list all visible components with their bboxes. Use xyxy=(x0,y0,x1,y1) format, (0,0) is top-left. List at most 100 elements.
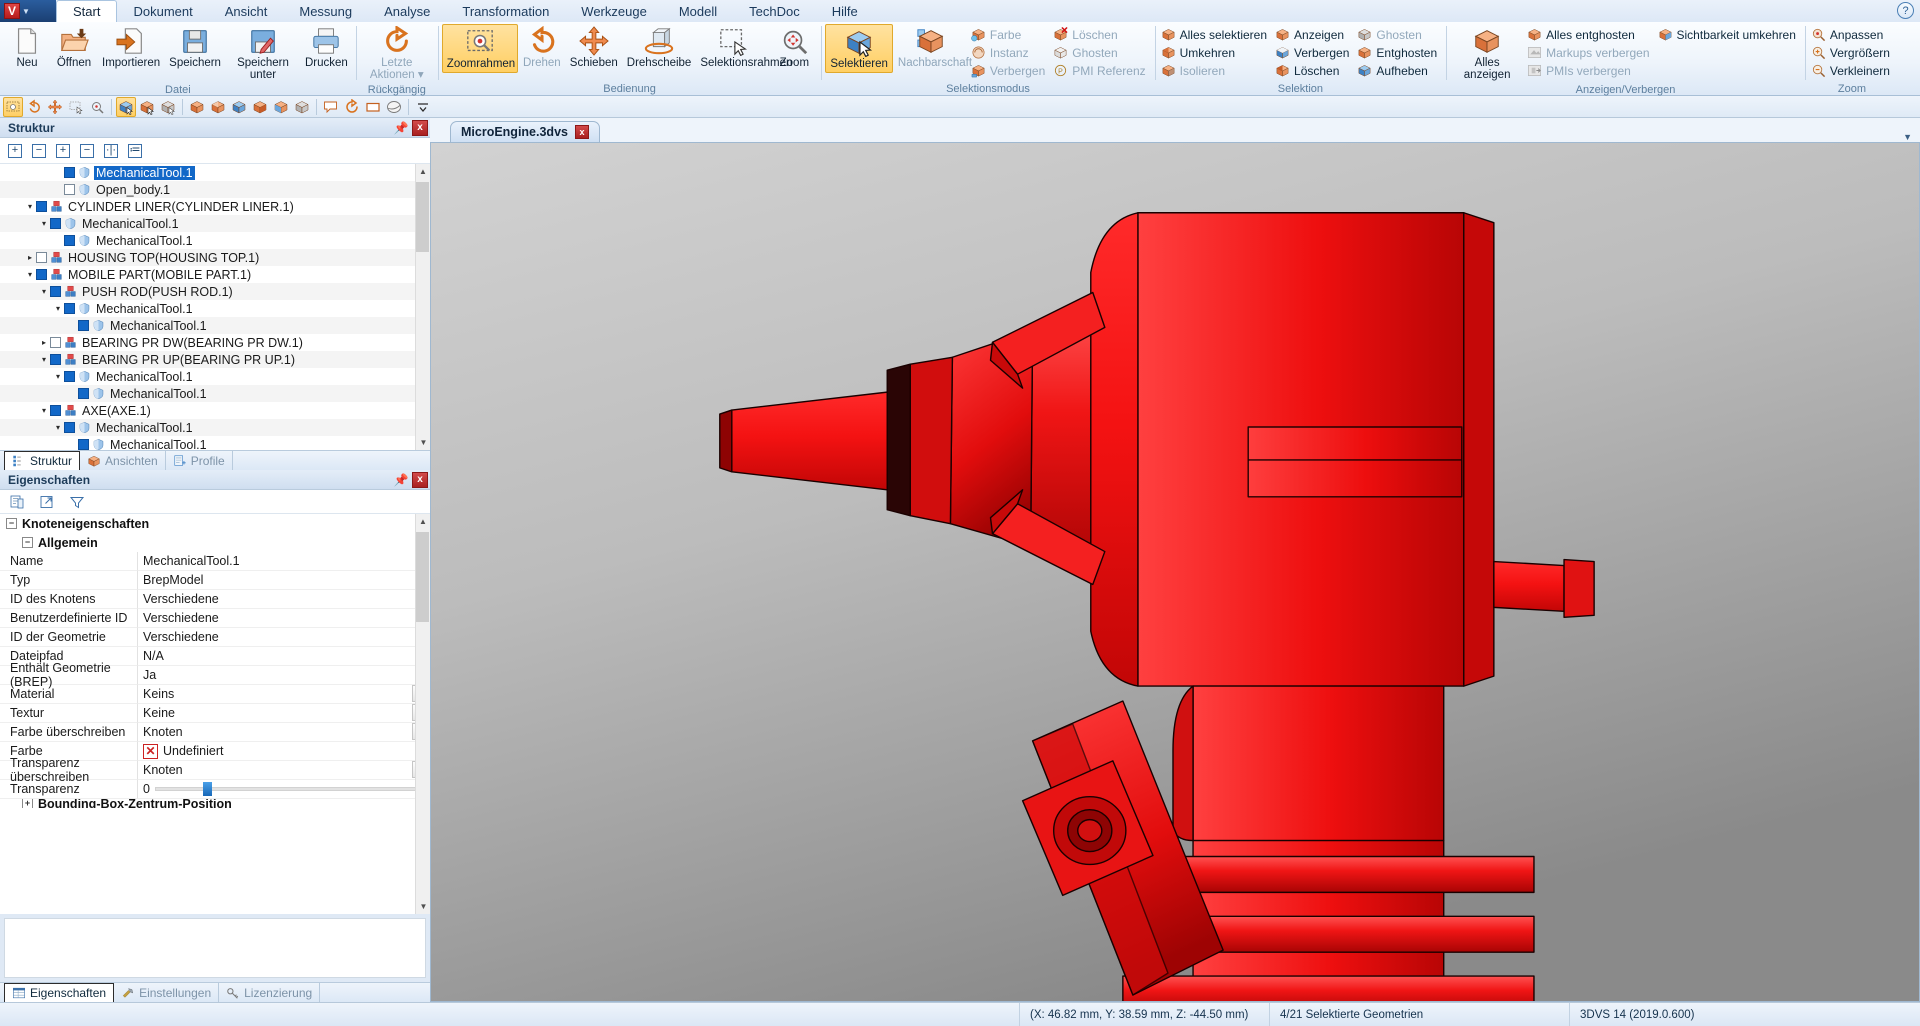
scroll-up-icon[interactable]: ▲ xyxy=(416,164,430,179)
tree-node[interactable]: MechanicalTool.1 xyxy=(0,164,415,181)
quick-ghost-mode-qicon[interactable] xyxy=(158,97,178,117)
property-row[interactable]: MaterialKeins▼ xyxy=(0,685,430,704)
ribbon-button-öffnen[interactable]: Öffnen xyxy=(51,24,97,71)
tree-node[interactable]: Open_body.1 xyxy=(0,181,415,198)
menu-item-messung[interactable]: Messung xyxy=(283,0,368,22)
quick-select-mode-qicon[interactable] xyxy=(116,96,136,117)
tree-visibility-checkbox[interactable] xyxy=(64,303,75,314)
tab-struktur[interactable]: Struktur xyxy=(4,451,81,470)
menu-item-werkzeuge[interactable]: Werkzeuge xyxy=(565,0,663,22)
collapse-toggle-icon[interactable]: − xyxy=(22,537,33,548)
app-logo[interactable]: V ▼ xyxy=(0,0,56,22)
slider-thumb[interactable] xyxy=(203,782,213,796)
property-value-cell[interactable]: 0 xyxy=(138,780,430,799)
tree-expander-icon[interactable]: ▸ xyxy=(24,253,36,262)
property-value-cell[interactable]: Knoten▼ xyxy=(138,723,430,742)
3d-viewport[interactable] xyxy=(430,142,1920,1002)
app-logo-caret-icon[interactable]: ▼ xyxy=(22,7,30,16)
tree-node-label[interactable]: CYLINDER LINER(CYLINDER LINER.1) xyxy=(66,200,296,214)
property-row[interactable]: Transparenz überschreibenKnoten▼ xyxy=(0,756,430,784)
expand-node-button[interactable]: + xyxy=(56,143,70,158)
ribbon-item-instanz[interactable]: Instanz xyxy=(969,44,1050,61)
tree-node-label[interactable]: MechanicalTool.1 xyxy=(80,217,181,231)
tree-node-label[interactable]: AXE(AXE.1) xyxy=(80,404,153,418)
ribbon-item-aufheben[interactable]: Aufheben xyxy=(1355,62,1442,79)
expand-all-button[interactable]: + xyxy=(8,143,22,158)
property-value-cell[interactable]: MechanicalTool.1 xyxy=(138,552,430,571)
tab-profile[interactable]: Profile xyxy=(166,451,233,470)
tree-node-label[interactable]: MechanicalTool.1 xyxy=(108,387,209,401)
menu-item-hilfe[interactable]: Hilfe xyxy=(816,0,874,22)
menu-item-modell[interactable]: Modell xyxy=(663,0,733,22)
tree-visibility-checkbox[interactable] xyxy=(50,354,61,365)
tree-node-label[interactable]: MechanicalTool.1 xyxy=(108,319,209,333)
ribbon-item-verbergen[interactable]: Verbergen xyxy=(969,62,1050,79)
property-row[interactable]: Benutzerdefinierte ID Verschiedene xyxy=(0,609,430,628)
tree-visibility-checkbox[interactable] xyxy=(64,235,75,246)
tree-scroll-thumb[interactable] xyxy=(416,182,429,252)
quick-neighborhood-qicon[interactable] xyxy=(137,97,157,117)
tree-expander-icon[interactable]: ▾ xyxy=(38,219,50,228)
ribbon-button-schieben[interactable]: Schieben xyxy=(566,24,622,71)
tree-visibility-checkbox[interactable] xyxy=(36,269,47,280)
scroll-down-icon[interactable]: ▼ xyxy=(416,435,430,450)
tab-ansichten[interactable]: Ansichten xyxy=(80,451,166,470)
ribbon-item-umkehren[interactable]: Umkehren xyxy=(1159,44,1272,61)
tree-visibility-checkbox[interactable] xyxy=(78,320,89,331)
structure-tree[interactable]: MechanicalTool.1 Open_body.1 ▾ CYLINDER LIN… xyxy=(0,164,430,450)
close-document-icon[interactable]: x xyxy=(574,125,589,139)
tree-node-label[interactable]: HOUSING TOP(HOUSING TOP.1) xyxy=(66,251,261,265)
ribbon-button-selektionsrahmen[interactable]: Selektionsrahmen xyxy=(696,24,792,71)
transparency-slider[interactable] xyxy=(154,782,424,796)
ribbon-button-drucken[interactable]: Drucken xyxy=(301,24,352,71)
tree-node[interactable]: MechanicalTool.1 xyxy=(0,232,415,249)
tree-node[interactable]: ▾ AXE(AXE.1) xyxy=(0,402,415,419)
quick-zoom-qicon[interactable] xyxy=(87,97,107,117)
tree-node[interactable]: ▸ HOUSING TOP(HOUSING TOP.1) xyxy=(0,249,415,266)
tree-visibility-checkbox[interactable] xyxy=(78,439,89,450)
tree-node[interactable]: ▾ MechanicalTool.1 xyxy=(0,368,415,385)
tree-node-label[interactable]: BEARING PR DW(BEARING PR DW.1) xyxy=(80,336,305,350)
ribbon-item-pmi-referenz[interactable]: P PMI Referenz xyxy=(1051,62,1150,79)
ribbon-item-sichtbarkeit-umkehren[interactable]: Sichtbarkeit umkehren xyxy=(1656,26,1801,43)
tree-node-label[interactable]: MechanicalTool.1 xyxy=(94,370,195,384)
tree-expander-icon[interactable]: ▾ xyxy=(52,372,64,381)
property-row[interactable]: Enthält Geometrie (BREP) Ja xyxy=(0,661,430,689)
tab-lizenzierung[interactable]: Lizenzierung xyxy=(219,983,321,1002)
menu-item-dokument[interactable]: Dokument xyxy=(117,0,208,22)
copy-properties-button[interactable] xyxy=(8,493,26,511)
tree-node-label[interactable]: MechanicalTool.1 xyxy=(94,421,195,435)
quick-markup-qicon[interactable] xyxy=(321,97,341,117)
tree-node[interactable]: MechanicalTool.1 xyxy=(0,385,415,402)
ribbon-button-neu[interactable]: Neu xyxy=(4,24,50,71)
quick-ghost-qicon[interactable] xyxy=(292,97,312,117)
tree-node[interactable]: ▾ MOBILE PART(MOBILE PART.1) xyxy=(0,266,415,283)
tree-node-label[interactable]: MechanicalTool.1 xyxy=(94,165,195,180)
tree-node[interactable]: MechanicalTool.1 xyxy=(0,436,415,450)
quick-pan-qicon[interactable] xyxy=(45,97,65,117)
quick-unghost-qicon[interactable] xyxy=(271,97,291,117)
tab-eigenschaften[interactable]: Eigenschaften xyxy=(4,983,115,1002)
quick-overflow-chevron-qicon[interactable] xyxy=(413,97,433,117)
ribbon-item-anpassen[interactable]: Anpassen xyxy=(1809,26,1895,43)
quick-select-all-qicon[interactable] xyxy=(187,97,207,117)
properties-note-box[interactable] xyxy=(4,918,426,978)
properties-scrollbar[interactable]: ▲ ▼ xyxy=(415,514,430,914)
quick-show-qicon[interactable] xyxy=(208,97,228,117)
property-value-cell[interactable]: N/A xyxy=(138,647,430,666)
ribbon-item-markups-verbergen[interactable]: Markups verbergen xyxy=(1525,44,1654,61)
property-row[interactable]: Transparenz 0 xyxy=(0,780,430,799)
ribbon-item-löschen[interactable]: Löschen xyxy=(1273,62,1354,79)
pin-icon[interactable]: 📌 xyxy=(393,120,409,136)
menu-item-techdoc[interactable]: TechDoc xyxy=(733,0,816,22)
properties-grid[interactable]: − Knoteneigenschaften − Allgemein Name Me… xyxy=(0,514,430,914)
tree-expander-icon[interactable]: ▾ xyxy=(38,287,50,296)
tree-expander-icon[interactable]: ▾ xyxy=(52,423,64,432)
tree-expander-icon[interactable]: ▾ xyxy=(52,304,64,313)
tree-visibility-checkbox[interactable] xyxy=(78,388,89,399)
tree-expander-icon[interactable]: ▸ xyxy=(38,338,50,347)
close-icon[interactable]: x xyxy=(412,119,428,136)
tab-einstellungen[interactable]: Einstellungen xyxy=(114,983,220,1002)
ribbon-item-ghosten[interactable]: Ghosten xyxy=(1051,44,1150,61)
menu-item-start[interactable]: Start xyxy=(56,0,118,22)
